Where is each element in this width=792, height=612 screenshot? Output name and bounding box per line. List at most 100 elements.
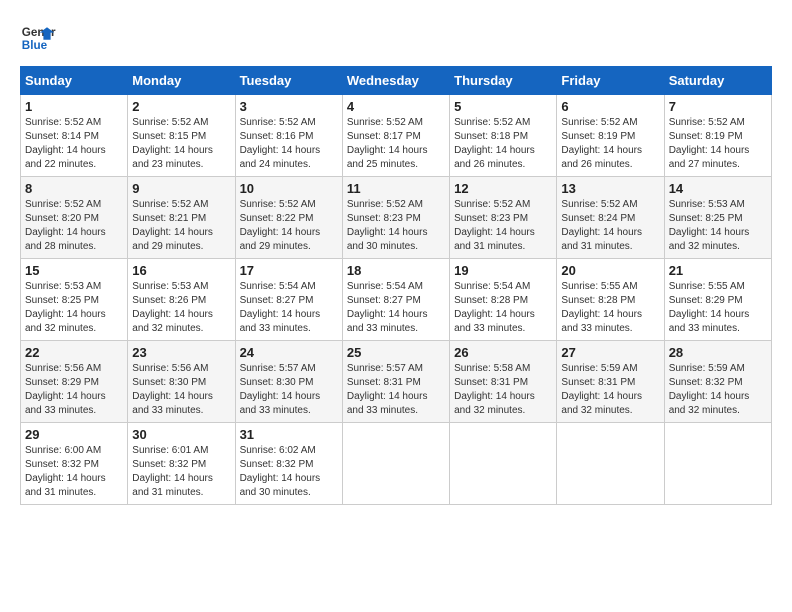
daylight-label: Daylight: 14 hours and 23 minutes. <box>132 145 213 170</box>
day-info: Sunrise: 5:59 AM Sunset: 8:32 PM Dayligh… <box>669 362 767 418</box>
daylight-label: Daylight: 14 hours and 31 minutes. <box>132 473 213 498</box>
day-info: Sunrise: 5:52 AM Sunset: 8:20 PM Dayligh… <box>25 198 123 254</box>
sunrise-label: Sunrise: 5:59 AM <box>561 363 637 374</box>
day-number: 12 <box>454 181 552 196</box>
sunrise-label: Sunrise: 5:53 AM <box>132 281 208 292</box>
day-number: 20 <box>561 263 659 278</box>
sunrise-label: Sunrise: 5:57 AM <box>240 363 316 374</box>
day-info: Sunrise: 5:52 AM Sunset: 8:23 PM Dayligh… <box>454 198 552 254</box>
sunrise-label: Sunrise: 6:00 AM <box>25 445 101 456</box>
day-number: 19 <box>454 263 552 278</box>
sunset-label: Sunset: 8:25 PM <box>669 213 743 224</box>
day-info: Sunrise: 5:54 AM Sunset: 8:28 PM Dayligh… <box>454 280 552 336</box>
daylight-label: Daylight: 14 hours and 29 minutes. <box>240 227 321 252</box>
day-info: Sunrise: 5:53 AM Sunset: 8:25 PM Dayligh… <box>669 198 767 254</box>
calendar-cell: 20 Sunrise: 5:55 AM Sunset: 8:28 PM Dayl… <box>557 259 664 341</box>
calendar-cell: 15 Sunrise: 5:53 AM Sunset: 8:25 PM Dayl… <box>21 259 128 341</box>
day-number: 9 <box>132 181 230 196</box>
sunset-label: Sunset: 8:30 PM <box>132 377 206 388</box>
daylight-label: Daylight: 14 hours and 25 minutes. <box>347 145 428 170</box>
day-number: 31 <box>240 427 338 442</box>
sunrise-label: Sunrise: 5:54 AM <box>454 281 530 292</box>
weekday-header-saturday: Saturday <box>664 67 771 95</box>
calendar-cell: 18 Sunrise: 5:54 AM Sunset: 8:27 PM Dayl… <box>342 259 449 341</box>
sunset-label: Sunset: 8:32 PM <box>25 459 99 470</box>
sunrise-label: Sunrise: 5:52 AM <box>347 117 423 128</box>
calendar-cell <box>557 423 664 505</box>
calendar-cell: 22 Sunrise: 5:56 AM Sunset: 8:29 PM Dayl… <box>21 341 128 423</box>
day-info: Sunrise: 5:52 AM Sunset: 8:16 PM Dayligh… <box>240 116 338 172</box>
day-number: 28 <box>669 345 767 360</box>
calendar-cell: 30 Sunrise: 6:01 AM Sunset: 8:32 PM Dayl… <box>128 423 235 505</box>
calendar-cell: 14 Sunrise: 5:53 AM Sunset: 8:25 PM Dayl… <box>664 177 771 259</box>
sunset-label: Sunset: 8:29 PM <box>25 377 99 388</box>
sunset-label: Sunset: 8:18 PM <box>454 131 528 142</box>
sunset-label: Sunset: 8:19 PM <box>669 131 743 142</box>
day-info: Sunrise: 5:55 AM Sunset: 8:29 PM Dayligh… <box>669 280 767 336</box>
sunset-label: Sunset: 8:31 PM <box>561 377 635 388</box>
day-number: 18 <box>347 263 445 278</box>
sunrise-label: Sunrise: 5:53 AM <box>25 281 101 292</box>
day-info: Sunrise: 5:53 AM Sunset: 8:25 PM Dayligh… <box>25 280 123 336</box>
calendar-cell: 17 Sunrise: 5:54 AM Sunset: 8:27 PM Dayl… <box>235 259 342 341</box>
sunset-label: Sunset: 8:20 PM <box>25 213 99 224</box>
calendar-cell: 11 Sunrise: 5:52 AM Sunset: 8:23 PM Dayl… <box>342 177 449 259</box>
sunrise-label: Sunrise: 5:52 AM <box>132 199 208 210</box>
daylight-label: Daylight: 14 hours and 33 minutes. <box>561 309 642 334</box>
daylight-label: Daylight: 14 hours and 33 minutes. <box>132 391 213 416</box>
day-info: Sunrise: 5:54 AM Sunset: 8:27 PM Dayligh… <box>240 280 338 336</box>
day-number: 11 <box>347 181 445 196</box>
daylight-label: Daylight: 14 hours and 32 minutes. <box>669 227 750 252</box>
daylight-label: Daylight: 14 hours and 32 minutes. <box>132 309 213 334</box>
calendar-cell: 23 Sunrise: 5:56 AM Sunset: 8:30 PM Dayl… <box>128 341 235 423</box>
day-info: Sunrise: 5:53 AM Sunset: 8:26 PM Dayligh… <box>132 280 230 336</box>
calendar-cell: 9 Sunrise: 5:52 AM Sunset: 8:21 PM Dayli… <box>128 177 235 259</box>
calendar-cell: 27 Sunrise: 5:59 AM Sunset: 8:31 PM Dayl… <box>557 341 664 423</box>
daylight-label: Daylight: 14 hours and 26 minutes. <box>454 145 535 170</box>
day-number: 6 <box>561 99 659 114</box>
day-info: Sunrise: 5:57 AM Sunset: 8:30 PM Dayligh… <box>240 362 338 418</box>
day-number: 10 <box>240 181 338 196</box>
sunset-label: Sunset: 8:24 PM <box>561 213 635 224</box>
weekday-header-friday: Friday <box>557 67 664 95</box>
svg-text:General: General <box>22 26 56 39</box>
calendar-cell: 4 Sunrise: 5:52 AM Sunset: 8:17 PM Dayli… <box>342 95 449 177</box>
weekday-header-sunday: Sunday <box>21 67 128 95</box>
day-info: Sunrise: 5:54 AM Sunset: 8:27 PM Dayligh… <box>347 280 445 336</box>
calendar-week-2: 8 Sunrise: 5:52 AM Sunset: 8:20 PM Dayli… <box>21 177 772 259</box>
calendar-cell: 7 Sunrise: 5:52 AM Sunset: 8:19 PM Dayli… <box>664 95 771 177</box>
sunset-label: Sunset: 8:23 PM <box>454 213 528 224</box>
sunset-label: Sunset: 8:27 PM <box>240 295 314 306</box>
day-number: 1 <box>25 99 123 114</box>
sunrise-label: Sunrise: 5:53 AM <box>669 199 745 210</box>
day-info: Sunrise: 5:59 AM Sunset: 8:31 PM Dayligh… <box>561 362 659 418</box>
sunrise-label: Sunrise: 5:54 AM <box>347 281 423 292</box>
calendar-cell: 10 Sunrise: 5:52 AM Sunset: 8:22 PM Dayl… <box>235 177 342 259</box>
day-number: 27 <box>561 345 659 360</box>
sunset-label: Sunset: 8:28 PM <box>454 295 528 306</box>
sunrise-label: Sunrise: 5:52 AM <box>25 199 101 210</box>
day-info: Sunrise: 5:52 AM Sunset: 8:17 PM Dayligh… <box>347 116 445 172</box>
day-number: 8 <box>25 181 123 196</box>
sunset-label: Sunset: 8:32 PM <box>132 459 206 470</box>
day-number: 4 <box>347 99 445 114</box>
sunset-label: Sunset: 8:25 PM <box>25 295 99 306</box>
day-number: 5 <box>454 99 552 114</box>
day-number: 2 <box>132 99 230 114</box>
calendar-cell: 6 Sunrise: 5:52 AM Sunset: 8:19 PM Dayli… <box>557 95 664 177</box>
daylight-label: Daylight: 14 hours and 26 minutes. <box>561 145 642 170</box>
daylight-label: Daylight: 14 hours and 22 minutes. <box>25 145 106 170</box>
sunset-label: Sunset: 8:17 PM <box>347 131 421 142</box>
daylight-label: Daylight: 14 hours and 33 minutes. <box>240 309 321 334</box>
daylight-label: Daylight: 14 hours and 33 minutes. <box>25 391 106 416</box>
calendar-cell: 29 Sunrise: 6:00 AM Sunset: 8:32 PM Dayl… <box>21 423 128 505</box>
day-number: 17 <box>240 263 338 278</box>
day-info: Sunrise: 5:52 AM Sunset: 8:23 PM Dayligh… <box>347 198 445 254</box>
sunset-label: Sunset: 8:31 PM <box>347 377 421 388</box>
daylight-label: Daylight: 14 hours and 33 minutes. <box>669 309 750 334</box>
day-number: 21 <box>669 263 767 278</box>
sunset-label: Sunset: 8:30 PM <box>240 377 314 388</box>
daylight-label: Daylight: 14 hours and 24 minutes. <box>240 145 321 170</box>
sunrise-label: Sunrise: 5:56 AM <box>25 363 101 374</box>
sunrise-label: Sunrise: 5:55 AM <box>669 281 745 292</box>
